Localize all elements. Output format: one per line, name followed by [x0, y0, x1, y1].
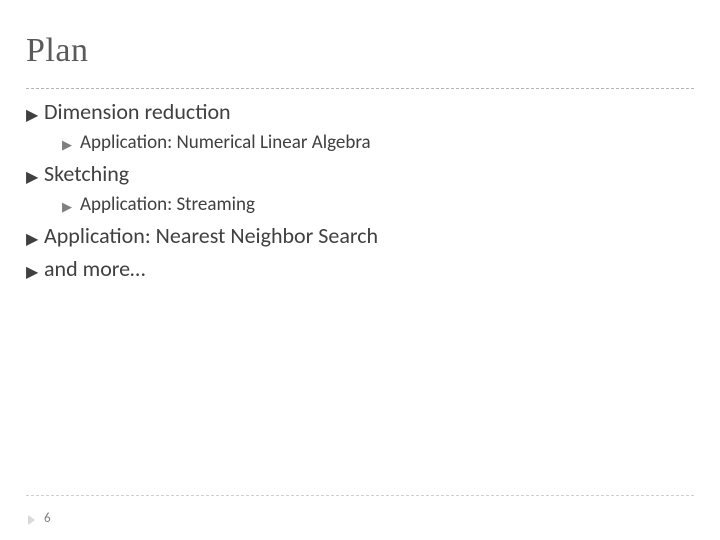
slide-title: Plan: [26, 32, 88, 70]
list-item-label: and more…: [44, 255, 145, 282]
list-item-label: Application: Nearest Neighbor Search: [44, 222, 378, 249]
list-item-label: Sketching: [44, 160, 129, 187]
list-subitem: ▶ Application: Numerical Linear Algebra: [62, 131, 694, 154]
triangle-bullet-icon: ▶: [26, 232, 44, 248]
triangle-bullet-icon: ▶: [62, 139, 80, 152]
list-item-label: Dimension reduction: [44, 98, 231, 125]
list-subitem-label: Application: Numerical Linear Algebra: [80, 131, 371, 154]
content-area: ▶ Dimension reduction ▶ Application: Num…: [26, 92, 694, 284]
triangle-bullet-icon: ▶: [62, 201, 80, 214]
list-item: ▶ Application: Nearest Neighbor Search: [26, 222, 694, 249]
list-subitem: ▶ Application: Streaming: [62, 193, 694, 216]
title-divider: [26, 88, 694, 89]
list-item: ▶ Sketching: [26, 160, 694, 187]
footer-divider: [26, 495, 694, 496]
page-number: 6: [44, 511, 51, 526]
page-marker-icon: [28, 515, 35, 525]
list-subitem-label: Application: Streaming: [80, 193, 255, 216]
triangle-bullet-icon: ▶: [26, 265, 44, 281]
slide: Plan ▶ Dimension reduction ▶ Application…: [0, 0, 720, 540]
list-item: ▶ Dimension reduction: [26, 98, 694, 125]
list-item: ▶ and more…: [26, 255, 694, 282]
triangle-bullet-icon: ▶: [26, 108, 44, 124]
triangle-bullet-icon: ▶: [26, 170, 44, 186]
